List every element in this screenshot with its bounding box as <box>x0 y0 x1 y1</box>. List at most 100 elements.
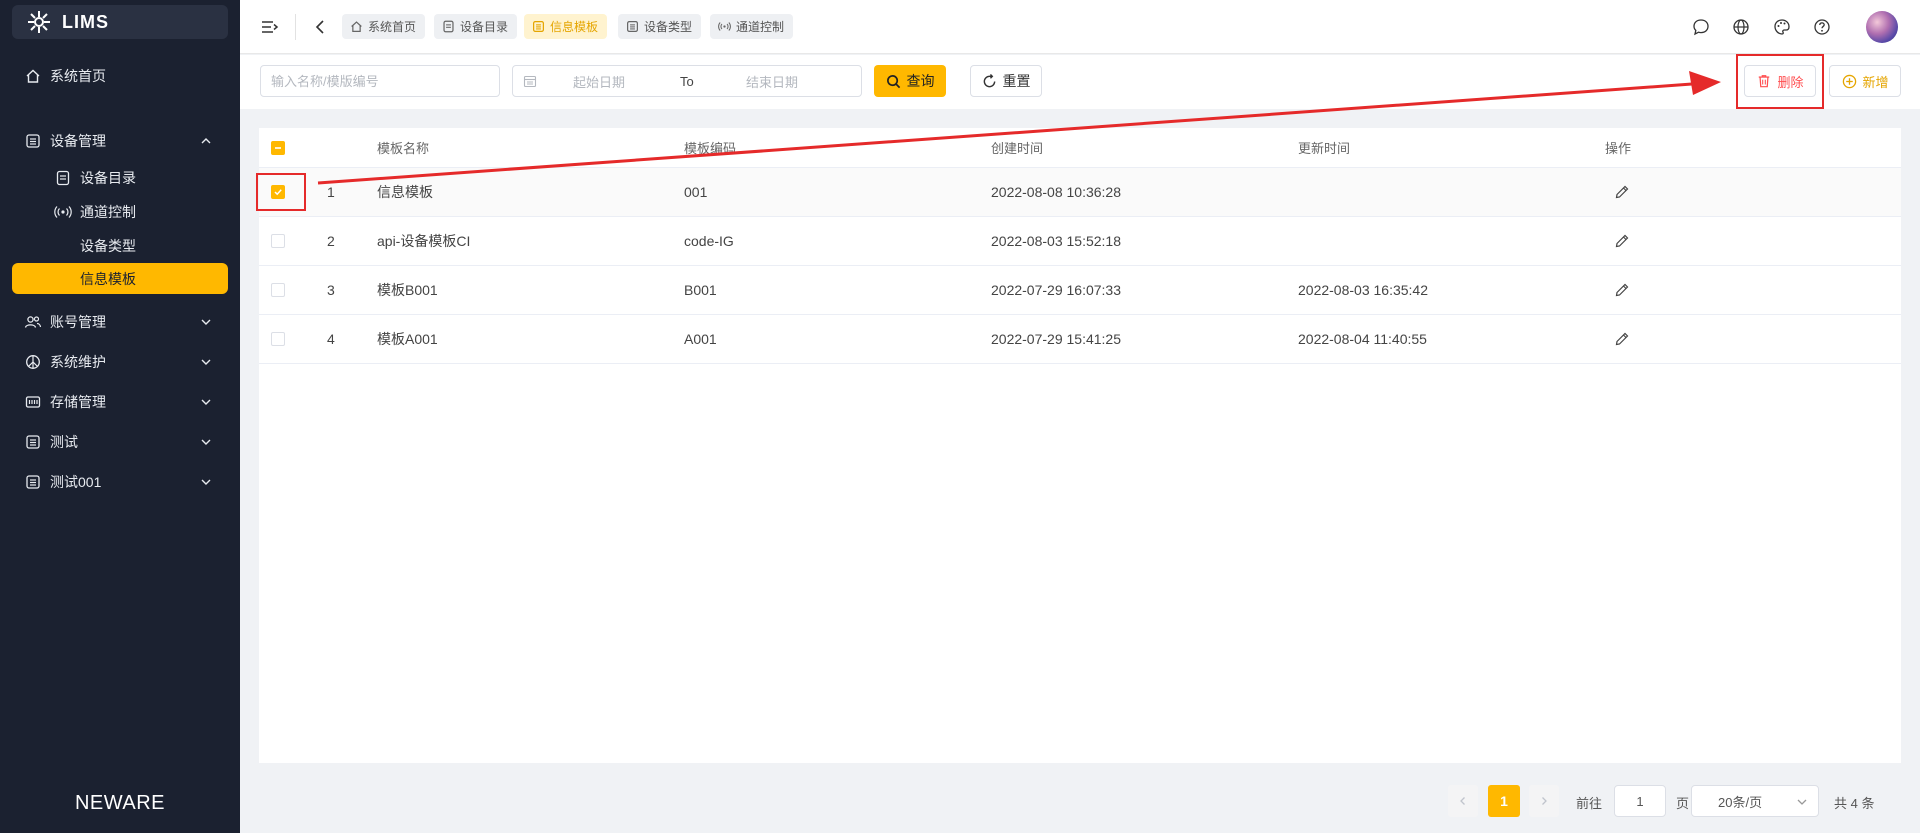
row-name: 模板A001 <box>377 331 438 347</box>
row-index: 1 <box>327 184 335 200</box>
table-row[interactable]: 1 信息模板 001 2022-08-08 10:36:28 <box>259 168 1901 217</box>
add-button[interactable]: 新增 <box>1829 65 1901 97</box>
globe-icon[interactable] <box>1731 17 1751 37</box>
row-actions <box>1605 315 1631 363</box>
list-icon <box>24 132 42 150</box>
chevron-down-icon <box>1797 799 1807 805</box>
tab-label: 设备目录 <box>460 20 509 34</box>
chevron-down-icon <box>201 479 211 485</box>
row-code: B001 <box>684 282 717 298</box>
tab-label: 设备类型 <box>644 20 693 34</box>
next-page-button[interactable] <box>1529 785 1559 817</box>
row-code: 001 <box>684 184 708 200</box>
end-date-input[interactable]: 结束日期 <box>746 72 798 91</box>
date-range-picker[interactable]: 起始日期 To 结束日期 <box>512 65 862 97</box>
edit-icon[interactable] <box>1613 183 1631 201</box>
sidebar-item-home[interactable]: 系统首页 <box>0 56 240 96</box>
sidebar-item-device-catalog[interactable]: 设备目录 <box>0 161 240 195</box>
search-input[interactable] <box>260 65 500 97</box>
chevron-left-icon <box>1460 797 1465 805</box>
column-header-code[interactable]: 模板编码 <box>684 128 736 167</box>
row-actions <box>1605 217 1631 265</box>
prev-page-button[interactable] <box>1448 785 1478 817</box>
sidebar-item-test001[interactable]: 测试001 <box>0 462 240 502</box>
row-name: api-设备模板CI <box>377 233 471 249</box>
tab-info-template[interactable]: 信息模板 <box>524 14 608 39</box>
row-checkbox[interactable] <box>271 234 285 248</box>
row-index: 3 <box>327 282 335 298</box>
table-row[interactable]: 3 模板B001 B001 2022-07-29 16:07:33 2022-0… <box>259 266 1901 315</box>
row-checkbox[interactable] <box>271 185 285 199</box>
sidebar-item-test[interactable]: 测试 <box>0 422 240 462</box>
collapse-menu-icon[interactable] <box>260 17 280 37</box>
tab-home[interactable]: 系统首页 <box>342 14 426 39</box>
column-header-updated[interactable]: 更新时间 <box>1298 128 1350 167</box>
page-size-select[interactable]: 20条/页 <box>1691 785 1819 817</box>
date-separator: To <box>680 73 694 89</box>
reset-button-label: 重置 <box>1002 73 1031 89</box>
list-icon <box>24 473 42 491</box>
row-created-time: 2022-08-03 15:52:18 <box>991 233 1121 249</box>
logo-icon <box>26 9 52 35</box>
sidebar-item-system-maintenance[interactable]: 系统维护 <box>0 342 240 382</box>
goto-page-input[interactable] <box>1614 785 1666 817</box>
search-icon <box>886 73 902 89</box>
row-checkbox[interactable] <box>271 283 285 297</box>
row-checkbox[interactable] <box>271 332 285 346</box>
sidebar-item-account-management[interactable]: 账号管理 <box>0 302 240 342</box>
page-suffix-label: 页 <box>1676 796 1690 811</box>
filter-toolbar: 起始日期 To 结束日期 查询 重置 删除 新增 <box>240 55 1920 109</box>
select-all-checkbox[interactable] <box>271 140 285 155</box>
avatar[interactable] <box>1866 11 1898 43</box>
message-icon[interactable] <box>1691 17 1711 37</box>
broadcast-icon <box>718 20 731 33</box>
document-icon <box>54 169 72 187</box>
query-button[interactable]: 查询 <box>874 65 946 97</box>
calendar-icon <box>523 75 537 88</box>
palette-icon[interactable] <box>1772 17 1792 37</box>
tab-channel-control[interactable]: 通道控制 <box>710 14 794 39</box>
list-icon <box>24 433 42 451</box>
tab-label: 信息模板 <box>550 20 599 34</box>
column-header-name[interactable]: 模板名称 <box>377 128 429 167</box>
tab-device-catalog[interactable]: 设备目录 <box>434 14 518 39</box>
edit-icon[interactable] <box>1613 232 1631 250</box>
sidebar-item-device-management[interactable]: 设备管理 <box>0 121 240 161</box>
row-name: 模板B001 <box>377 282 438 298</box>
add-button-label: 新增 <box>1862 74 1889 90</box>
help-icon[interactable] <box>1812 17 1832 37</box>
select-all-cell <box>271 128 291 167</box>
sidebar-nav: 系统首页 设备管理 设备目录 通道控制 设备类型 信息模板 账号管理 系统维护 … <box>0 56 240 502</box>
plus-circle-icon <box>1841 73 1857 89</box>
brand-footer: NEWARE <box>74 792 166 814</box>
sidebar-item-label: 设备管理 <box>50 133 106 149</box>
start-date-input[interactable]: 起始日期 <box>573 72 625 91</box>
delete-button[interactable]: 删除 <box>1744 65 1816 97</box>
peace-icon <box>24 353 42 371</box>
chevron-right-icon <box>1542 797 1547 805</box>
edit-icon[interactable] <box>1613 281 1631 299</box>
row-checkbox-cell <box>271 266 291 314</box>
app-logo[interactable]: LIMS <box>12 5 228 39</box>
tab-device-type[interactable]: 设备类型 <box>618 14 702 39</box>
sidebar-item-device-type[interactable]: 设备类型 <box>0 229 240 263</box>
row-checkbox-cell <box>271 315 291 363</box>
list-icon <box>532 20 545 33</box>
back-icon[interactable] <box>310 17 330 37</box>
tab-label: 通道控制 <box>736 20 785 34</box>
table-row[interactable]: 2 api-设备模板CI code-IG 2022-08-03 15:52:18 <box>259 217 1901 266</box>
table-row[interactable]: 4 模板A001 A001 2022-07-29 15:41:25 2022-0… <box>259 315 1901 364</box>
chevron-up-icon <box>201 138 211 144</box>
row-name: 信息模板 <box>377 184 433 200</box>
sidebar-item-info-template[interactable]: 信息模板 <box>12 263 228 294</box>
chevron-down-icon <box>201 399 211 405</box>
row-actions <box>1605 168 1631 216</box>
page-number-current[interactable]: 1 <box>1488 785 1520 817</box>
column-header-created[interactable]: 创建时间 <box>991 128 1043 167</box>
edit-icon[interactable] <box>1613 330 1631 348</box>
sidebar-item-channel-control[interactable]: 通道控制 <box>0 195 240 229</box>
reset-button[interactable]: 重置 <box>970 65 1042 97</box>
column-header-actions: 操作 <box>1605 141 1632 156</box>
sidebar-item-label: 账号管理 <box>50 314 106 330</box>
sidebar-item-storage-management[interactable]: 存储管理 <box>0 382 240 422</box>
